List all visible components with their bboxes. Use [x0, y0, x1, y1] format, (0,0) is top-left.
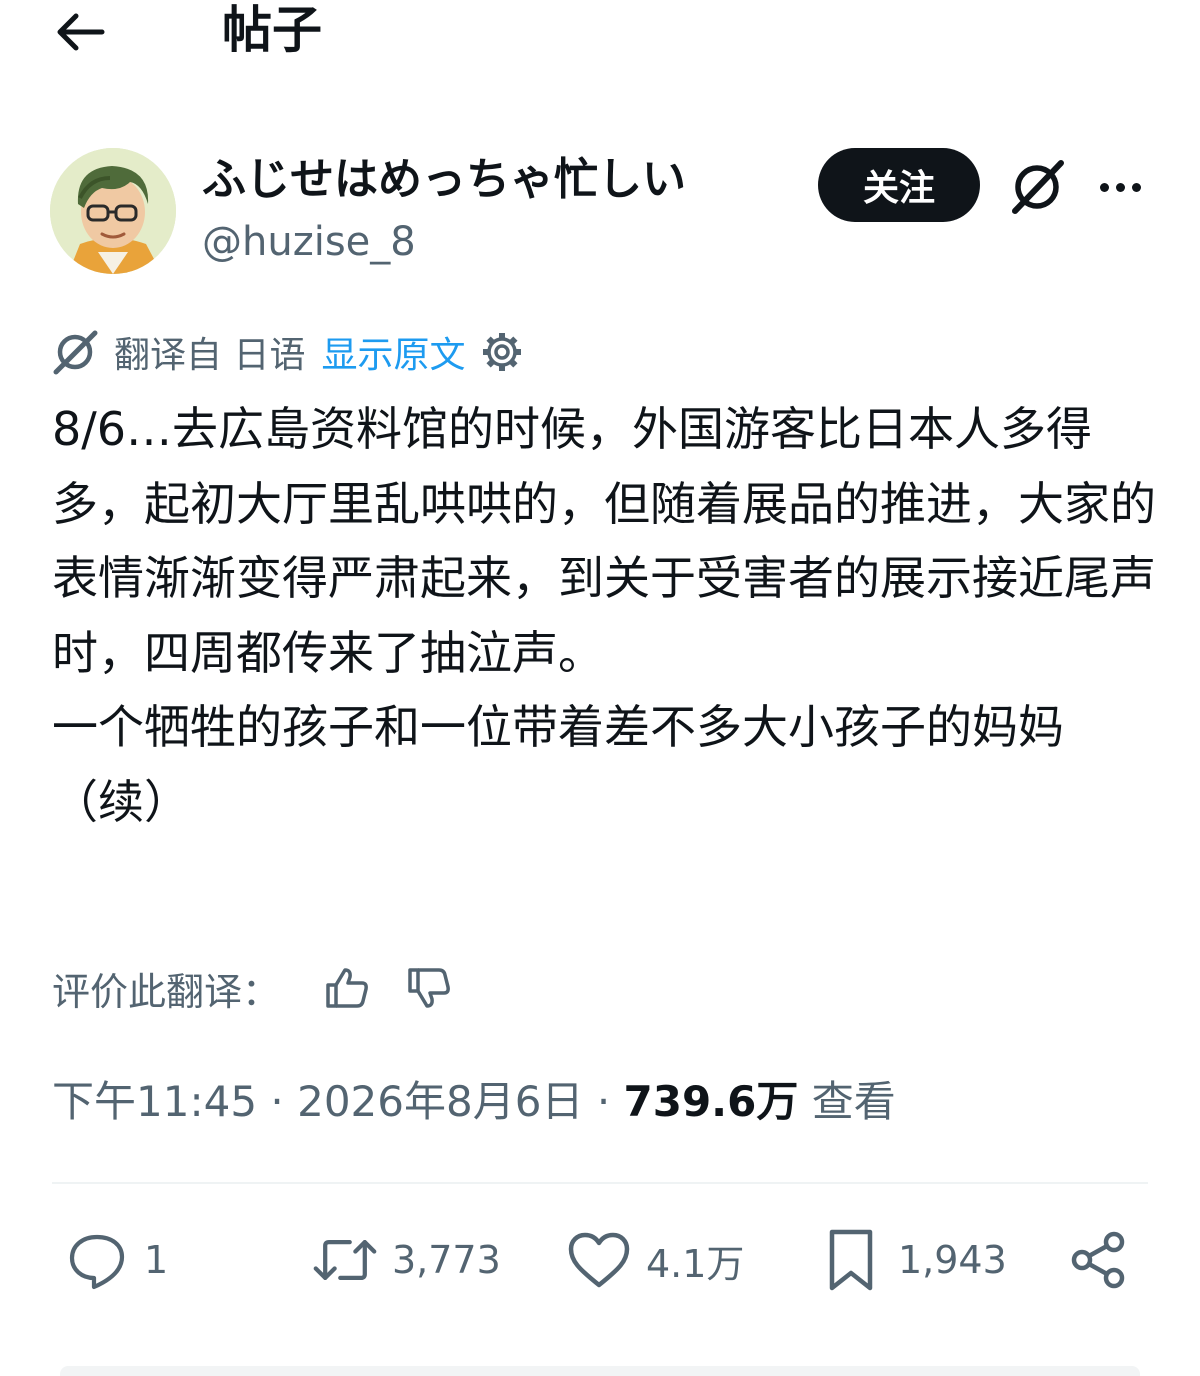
- rate-translation-label: 评价此翻译：: [52, 969, 281, 1014]
- thumbs-up-button[interactable]: [320, 961, 374, 1015]
- share-icon: [1071, 1231, 1125, 1289]
- rate-translation-row: 评价此翻译：: [52, 958, 456, 1018]
- bookmark-count: 1,943: [898, 1238, 1007, 1282]
- author-row: ふじせはめっちゃ忙しい @huzise_8 关注: [0, 140, 1200, 280]
- avatar-image: [50, 148, 176, 274]
- post-text: 8/6…去広島资料馆的时候，外国游客比日本人多得多，起初大厅里乱哄哄的，但随着展…: [52, 402, 1156, 829]
- like-count: 4.1万: [646, 1241, 745, 1286]
- post-date[interactable]: 2026年8月6日: [297, 1077, 583, 1126]
- follow-button[interactable]: 关注: [818, 148, 980, 222]
- divider: [52, 1182, 1148, 1184]
- translation-row: 翻译自 日语 显示原文: [50, 324, 525, 380]
- thumbs-down-icon: [408, 968, 450, 1008]
- share-button[interactable]: [1066, 1222, 1132, 1298]
- like-button[interactable]: 4.1万: [566, 1222, 744, 1298]
- page-title: 帖子: [222, 1, 322, 59]
- more-button[interactable]: [1090, 154, 1150, 220]
- grok-icon: [53, 330, 98, 375]
- repost-count: 3,773: [392, 1238, 501, 1282]
- back-button[interactable]: [50, 6, 110, 58]
- show-original-link[interactable]: 显示原文: [321, 326, 465, 378]
- gear-icon: [483, 333, 522, 371]
- grok-icon: [1012, 160, 1064, 214]
- reply-icon: [69, 1234, 125, 1290]
- bookmark-icon: [829, 1229, 873, 1291]
- post-time[interactable]: 下午11:45: [52, 1077, 257, 1126]
- post-meta: 下午11:45 · 2026年8月6日 · 739.6万 查看: [52, 1072, 896, 1132]
- translated-from-label: 翻译自 日语: [114, 335, 306, 376]
- meta-separator: ·: [270, 1077, 298, 1126]
- more-icon-dot: [1131, 182, 1141, 192]
- reply-count: 1: [144, 1238, 169, 1282]
- repost-button[interactable]: 3,773: [312, 1222, 501, 1298]
- more-icon-dot: [1115, 182, 1125, 192]
- views-label: 查看: [811, 1077, 896, 1126]
- more-icon-dot: [1099, 182, 1109, 192]
- bookmark-button[interactable]: 1,943: [818, 1222, 1007, 1298]
- thumbs-down-button[interactable]: [402, 961, 456, 1015]
- grok-button[interactable]: [1004, 154, 1070, 220]
- avatar[interactable]: [50, 148, 176, 274]
- meta-separator: ·: [596, 1077, 624, 1126]
- repost-icon: [313, 1239, 377, 1281]
- action-bar: 1 3,773 4.1万 1,943: [0, 1222, 1200, 1302]
- arrow-left-icon: [57, 13, 105, 51]
- thumbs-up-icon: [326, 968, 368, 1008]
- reply-button[interactable]: 1: [64, 1222, 168, 1298]
- views-count: 739.6万: [623, 1077, 799, 1126]
- translation-settings-button[interactable]: [479, 329, 525, 375]
- display-name[interactable]: ふじせはめっちゃ忙しい: [202, 152, 686, 208]
- next-item-edge: [60, 1366, 1140, 1376]
- top-bar: 帖子: [0, 0, 1200, 70]
- heart-icon: [568, 1232, 630, 1288]
- user-handle[interactable]: @huzise_8: [202, 216, 416, 268]
